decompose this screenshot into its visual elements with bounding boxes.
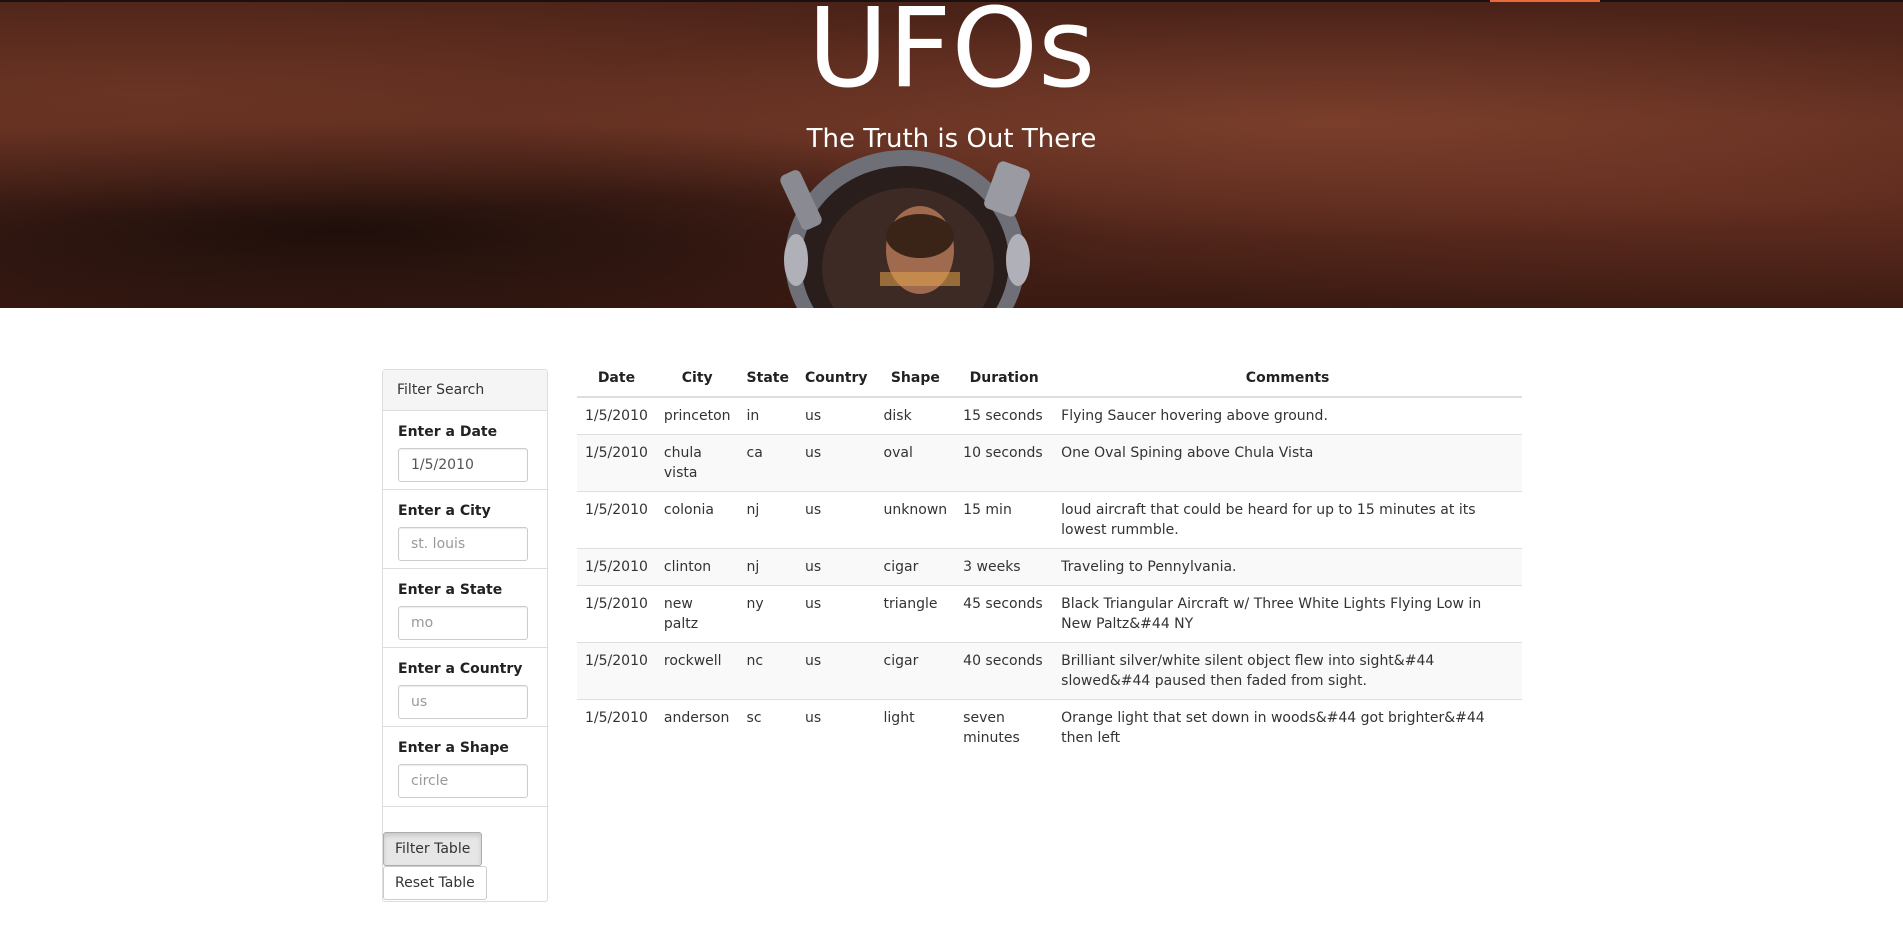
state-label: Enter a State	[398, 582, 503, 598]
cell-duration: 15 min	[955, 491, 1054, 549]
cell-comments: One Oval Spining above Chula Vista	[1053, 434, 1522, 492]
cell-city: colonia	[655, 491, 739, 549]
column-header-city: City	[655, 360, 739, 398]
table-row: 1/5/2010 rockwell nc us cigar 40 seconds…	[577, 642, 1522, 700]
cell-country: us	[804, 408, 822, 424]
cell-shape: light	[875, 699, 956, 756]
column-header-country: Country	[796, 360, 876, 398]
cell-city: clinton	[655, 548, 739, 586]
column-header-comments: Comments	[1053, 360, 1522, 398]
country-label: Enter a Country	[398, 661, 523, 677]
cell-shape: oval	[875, 434, 956, 492]
cell-state: ny	[738, 585, 797, 643]
cell-country: us	[796, 548, 876, 586]
column-header-date: Date	[577, 360, 656, 398]
city-label: Enter a City	[398, 503, 491, 519]
cell-state: nc	[738, 642, 797, 700]
city-input[interactable]	[398, 527, 528, 561]
cell-country: us	[796, 434, 876, 492]
filter-item-country: Enter a Country	[383, 648, 547, 727]
cell-shape: triangle	[875, 585, 956, 643]
filter-sidebar: Filter Search Enter a Date Enter a City …	[382, 369, 548, 902]
filter-list: Enter a Date Enter a City Enter a State …	[383, 411, 547, 807]
date-label: Enter a Date	[398, 424, 498, 440]
table-header-row: Date City State Country Shape Duration C…	[577, 360, 1522, 398]
table-row: 1/5/2010 colonia nj us unknown 15 min lo…	[577, 491, 1522, 549]
cell-comments: loud aircraft that could be heard for up…	[1053, 491, 1522, 549]
cell-state: ca	[738, 434, 797, 492]
column-header-duration: Duration	[955, 360, 1054, 398]
cell-date: 1/5/2010	[577, 548, 656, 586]
column-header-shape: Shape	[875, 360, 956, 398]
shape-input[interactable]	[398, 764, 528, 798]
page-title: UFOs	[807, 0, 1096, 112]
date-input[interactable]	[398, 448, 528, 482]
cell-country: us	[796, 642, 876, 700]
hero-banner: UFOs The Truth is Out There	[0, 0, 1903, 308]
cell-date: 1/5/2010	[577, 642, 656, 700]
cell-date: 1/5/2010	[577, 585, 656, 643]
cell-duration: 3 weeks	[955, 548, 1054, 586]
cell-country: us	[796, 491, 876, 549]
cell-city: princeton	[663, 408, 731, 424]
cell-comments: Orange light that set down in woods&#44 …	[1053, 699, 1522, 756]
cell-comments: Black Triangular Aircraft w/ Three White…	[1053, 585, 1522, 643]
ufo-table: Date City State Country Shape Duration C…	[577, 360, 1522, 756]
reset-table-button[interactable]: Reset Table	[383, 866, 487, 900]
cell-city: chula vista	[655, 434, 739, 492]
filter-item-state: Enter a State	[383, 569, 547, 648]
filter-item-city: Enter a City	[383, 490, 547, 569]
table-row: 1/5/2010 anderson sc us light seven minu…	[577, 699, 1522, 756]
table-row: 1/5/2010 clinton nj us cigar 3 weeks Tra…	[577, 548, 1522, 586]
table-row: 1/5/2010 chula vista ca us oval 10 secon…	[577, 434, 1522, 492]
cell-state: sc	[738, 699, 797, 756]
filter-search-heading: Filter Search	[383, 370, 547, 411]
filter-item-shape: Enter a Shape	[383, 727, 547, 807]
cell-shape: cigar	[875, 642, 956, 700]
cell-duration: 15 seconds	[963, 408, 1043, 424]
cell-date: 1/5/2010	[577, 434, 656, 492]
cell-state: nj	[738, 548, 797, 586]
filter-table-button[interactable]: Filter Table	[383, 832, 483, 866]
ufo-table-container: Date City State Country Shape Duration C…	[577, 360, 1522, 756]
cell-city: anderson	[655, 699, 739, 756]
cell-duration: seven minutes	[955, 699, 1054, 756]
country-input[interactable]	[398, 685, 528, 719]
table-row: 1/5/2010 new paltz ny us triangle 45 sec…	[577, 585, 1522, 643]
shape-label: Enter a Shape	[398, 740, 509, 756]
cell-shape: unknown	[875, 491, 956, 549]
cell-shape: disk	[883, 408, 912, 424]
cell-date: 1/5/2010	[585, 408, 648, 424]
filter-item-date: Enter a Date	[383, 411, 547, 490]
cell-state: nj	[738, 491, 797, 549]
cell-date: 1/5/2010	[577, 491, 656, 549]
cell-comments: Brilliant silver/white silent object fle…	[1053, 642, 1522, 700]
cell-date: 1/5/2010	[577, 699, 656, 756]
cell-state: in	[746, 408, 760, 424]
cell-city: rockwell	[655, 642, 739, 700]
cell-city: new paltz	[655, 585, 739, 643]
cell-duration: 40 seconds	[955, 642, 1054, 700]
cell-comments: Flying Saucer hovering above ground.	[1061, 408, 1328, 424]
astronaut-helmet-image	[780, 150, 1030, 308]
cell-shape: cigar	[875, 548, 956, 586]
table-row: 1/5/2010 princeton in us disk 15 seconds…	[577, 397, 1522, 435]
cell-comments: Traveling to Pennylvania.	[1053, 548, 1522, 586]
cell-country: us	[796, 699, 876, 756]
cell-duration: 45 seconds	[955, 585, 1054, 643]
column-header-state: State	[738, 360, 797, 398]
state-input[interactable]	[398, 606, 528, 640]
cell-country: us	[796, 585, 876, 643]
cell-duration: 10 seconds	[955, 434, 1054, 492]
